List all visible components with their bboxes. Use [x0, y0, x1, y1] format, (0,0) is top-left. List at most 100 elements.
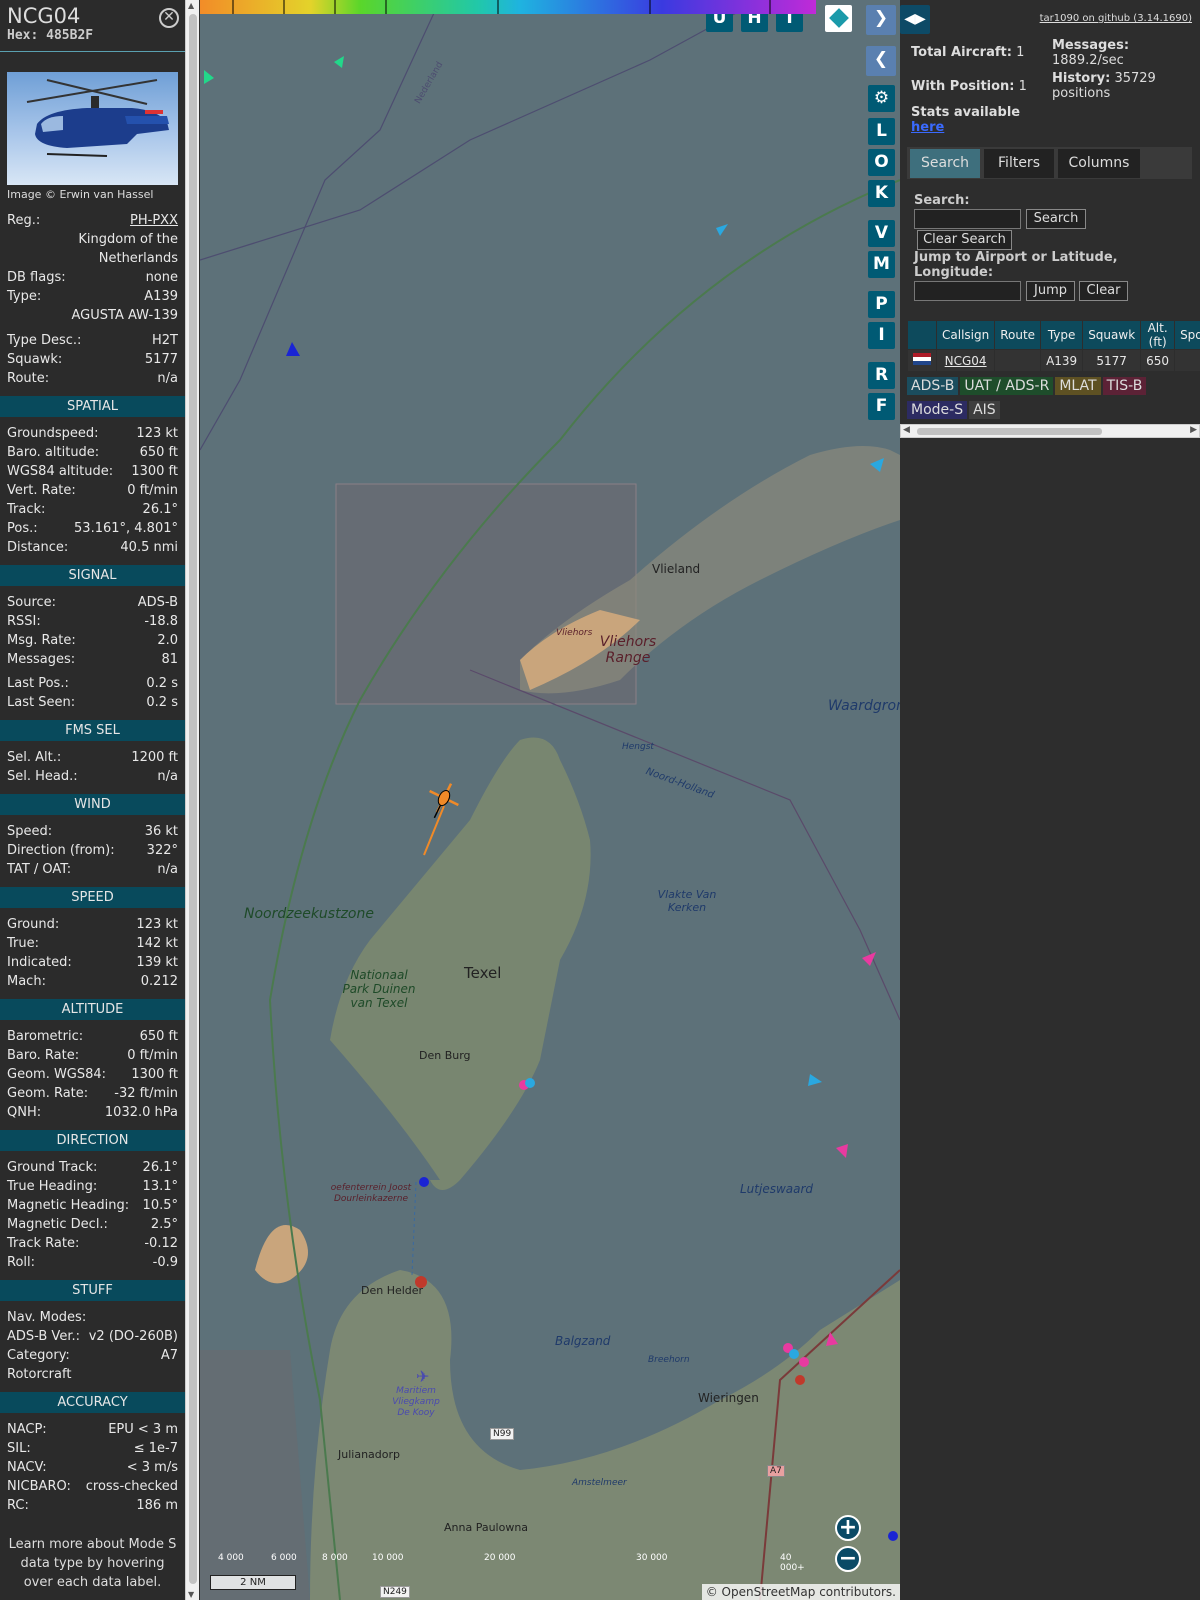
map-button-m[interactable]: M: [868, 251, 895, 278]
tab-columns[interactable]: Columns: [1058, 149, 1140, 178]
data-label[interactable]: Source:: [7, 593, 56, 612]
map-button-i[interactable]: I: [868, 322, 895, 349]
map-button-v[interactable]: V: [868, 220, 895, 247]
aircraft-marker-icon[interactable]: [808, 1074, 822, 1086]
data-label[interactable]: Pos.:: [7, 519, 38, 538]
data-label[interactable]: Nav. Modes:: [7, 1308, 86, 1327]
horizontal-scrollbar-thumb[interactable]: [917, 428, 1102, 435]
data-label[interactable]: True:: [7, 934, 39, 953]
column-header-squawk[interactable]: Squawk: [1082, 320, 1142, 350]
ground-vehicle-marker[interactable]: [888, 1531, 898, 1541]
tab-filters[interactable]: Filters: [984, 149, 1054, 178]
data-label[interactable]: NACP:: [7, 1420, 47, 1439]
data-label[interactable]: Sel. Alt.:: [7, 748, 61, 767]
scroll-left-icon[interactable]: ◀: [903, 425, 910, 435]
map-canvas[interactable]: ✈: [200, 0, 900, 1600]
aircraft-marker-icon[interactable]: [716, 224, 728, 236]
map-button-p[interactable]: P: [868, 291, 895, 318]
data-label[interactable]: Distance:: [7, 538, 68, 557]
data-label[interactable]: Magnetic Decl.:: [7, 1215, 108, 1234]
aircraft-photo[interactable]: [7, 72, 178, 185]
column-header-altitude[interactable]: Alt. (ft): [1140, 320, 1176, 350]
map-layers-button[interactable]: [825, 5, 852, 32]
data-label[interactable]: True Heading:: [7, 1177, 97, 1196]
data-label[interactable]: Magnetic Heading:: [7, 1196, 129, 1215]
column-header-speed[interactable]: Spd.: [1174, 320, 1200, 350]
sidebar-scrollbar[interactable]: ▲ ▼: [185, 0, 199, 1600]
data-label[interactable]: Speed:: [7, 822, 52, 841]
table-horizontal-scrollbar[interactable]: ◀ ▶: [900, 424, 1200, 438]
sidebar-scrollbar-thumb[interactable]: [189, 14, 197, 1584]
openstreetmap-link[interactable]: OpenStreetMap: [722, 1585, 816, 1599]
data-label[interactable]: SIL:: [7, 1439, 31, 1458]
data-label[interactable]: Mach:: [7, 972, 46, 991]
column-header-route[interactable]: Route: [994, 320, 1042, 350]
map-button-r[interactable]: R: [868, 362, 895, 389]
data-label[interactable]: ADS-B Ver.:: [7, 1327, 80, 1346]
jump-input[interactable]: [914, 281, 1021, 301]
selected-aircraft-helicopter-icon[interactable]: [420, 777, 465, 825]
registration-link[interactable]: PH-PXX: [130, 211, 178, 230]
data-label[interactable]: QNH:: [7, 1103, 41, 1122]
tab-search[interactable]: Search: [910, 149, 980, 178]
data-label[interactable]: Baro. Rate:: [7, 1046, 79, 1065]
data-label[interactable]: Barometric:: [7, 1027, 83, 1046]
data-label[interactable]: Direction (from):: [7, 841, 115, 860]
map-button-k[interactable]: K: [868, 180, 895, 207]
scroll-up-icon[interactable]: ▲: [188, 1, 194, 10]
data-label[interactable]: Roll:: [7, 1253, 35, 1272]
map-button-f[interactable]: F: [868, 393, 895, 420]
table-row[interactable]: NCG04 A139 5177 650: [907, 349, 1200, 372]
settings-button[interactable]: ⚙: [868, 85, 895, 112]
column-header-flag[interactable]: [907, 320, 937, 350]
column-header-callsign[interactable]: Callsign: [935, 320, 996, 350]
data-label[interactable]: Ground:: [7, 915, 59, 934]
data-label[interactable]: Ground Track:: [7, 1158, 97, 1177]
ground-vehicle-marker[interactable]: [789, 1349, 799, 1359]
map-view[interactable]: ✈ Vlieland Vliehors Range Waardgronden N…: [200, 0, 900, 1600]
close-icon[interactable]: ✕: [159, 8, 179, 28]
data-label[interactable]: NICBARO:: [7, 1477, 71, 1496]
data-label[interactable]: Rotorcraft: [7, 1365, 71, 1384]
data-label[interactable]: Last Seen:: [7, 693, 75, 712]
aircraft-marker-icon[interactable]: [836, 1144, 848, 1158]
data-label[interactable]: Messages:: [7, 650, 75, 669]
zoom-out-button[interactable]: −: [835, 1546, 861, 1572]
aircraft-marker-icon[interactable]: [334, 56, 344, 68]
stats-here-link[interactable]: here: [911, 120, 944, 135]
data-label[interactable]: Geom. Rate:: [7, 1084, 88, 1103]
data-label[interactable]: Category:: [7, 1346, 70, 1365]
data-label[interactable]: Sel. Head.:: [7, 767, 78, 786]
data-label[interactable]: RC:: [7, 1496, 29, 1515]
callsign-link[interactable]: NCG04: [945, 354, 987, 368]
data-label[interactable]: Last Pos.:: [7, 674, 69, 693]
zoom-in-button[interactable]: +: [835, 1515, 861, 1541]
ground-vehicle-marker[interactable]: [799, 1357, 809, 1367]
github-link[interactable]: tar1090 on github (3.14.1690): [1040, 13, 1192, 24]
clear-button[interactable]: Clear: [1079, 281, 1128, 301]
data-label[interactable]: TAT / OAT:: [7, 860, 71, 879]
collapse-sidebar-button[interactable]: ❮: [866, 46, 896, 76]
scroll-right-icon[interactable]: ▶: [1190, 425, 1197, 435]
data-label[interactable]: Msg. Rate:: [7, 631, 76, 650]
column-header-type[interactable]: Type: [1040, 320, 1084, 350]
map-button-o[interactable]: O: [868, 149, 895, 176]
clear-search-button[interactable]: Clear Search: [917, 230, 1012, 250]
ground-vehicle-marker[interactable]: [525, 1078, 535, 1088]
data-label[interactable]: Baro. altitude:: [7, 443, 99, 462]
data-label[interactable]: Vert. Rate:: [7, 481, 76, 500]
data-label[interactable]: Geom. WGS84:: [7, 1065, 106, 1084]
expand-sidebar-button[interactable]: ❯: [866, 5, 896, 35]
aircraft-marker-icon[interactable]: [204, 70, 214, 84]
data-label[interactable]: Indicated:: [7, 953, 72, 972]
search-button[interactable]: Search: [1026, 209, 1086, 229]
data-label[interactable]: Track Rate:: [7, 1234, 79, 1253]
data-label[interactable]: Groundspeed:: [7, 424, 98, 443]
data-label[interactable]: NACV:: [7, 1458, 47, 1477]
map-button-l[interactable]: L: [868, 118, 895, 145]
search-input[interactable]: [914, 209, 1021, 229]
data-label[interactable]: RSSI:: [7, 612, 41, 631]
toggle-layout-button[interactable]: ◀▶: [900, 5, 930, 34]
jump-button[interactable]: Jump: [1026, 281, 1075, 301]
aircraft-marker-icon[interactable]: [862, 952, 876, 966]
